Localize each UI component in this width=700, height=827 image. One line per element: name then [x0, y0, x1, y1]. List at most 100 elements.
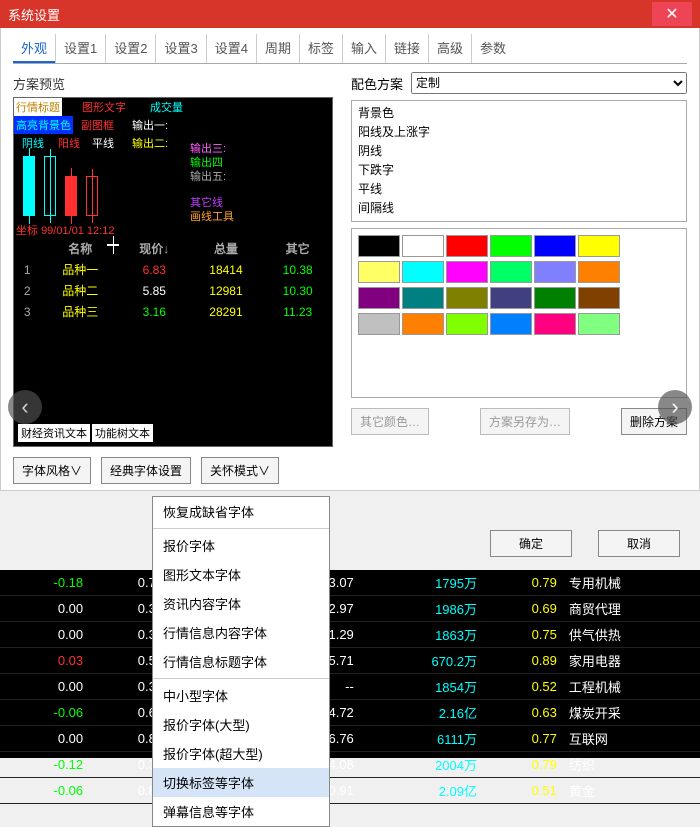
table-row: -0.060.6413.694.722.16亿0.63煤炭开采 — [0, 700, 700, 726]
color-swatch[interactable] — [446, 261, 488, 283]
dropdown-item[interactable]: 行情信息标题字体 — [153, 647, 329, 676]
next-arrow-icon[interactable]: › — [658, 390, 692, 424]
save-as-button[interactable]: 方案另存为… — [480, 408, 570, 435]
color-swatch[interactable] — [578, 287, 620, 309]
table-row: 0.000.394.3111.291863万0.75供气供热 — [0, 622, 700, 648]
preview-box: 行情标题 图形文字 成交量 高亮背景色 副图框 输出一: 阴线 阳线 平线 输出… — [13, 97, 333, 447]
list-item[interactable]: 背景色 — [354, 103, 684, 122]
dropdown-item[interactable]: 切换标签等字体 — [153, 768, 329, 797]
color-item-list[interactable]: 背景色阳线及上涨字阴线下跌字平线间隔线 — [351, 100, 687, 222]
preview-tab[interactable]: 功能树文本 — [92, 424, 153, 442]
close-icon[interactable]: ✕ — [652, 2, 692, 26]
color-swatch[interactable] — [490, 313, 532, 335]
dropdown-item[interactable]: 恢复成缺省字体 — [153, 497, 329, 526]
color-swatch[interactable] — [358, 235, 400, 257]
font-style-button[interactable]: 字体风格∨ — [13, 457, 91, 484]
table-row: 2品种二5.851298110.30 — [14, 280, 332, 301]
color-swatch[interactable] — [534, 287, 576, 309]
lbl: 副图框 — [79, 116, 116, 134]
table-row: -0.180.7315.8333.071795万0.79专用机械 — [0, 570, 700, 596]
color-swatch[interactable] — [402, 287, 444, 309]
color-swatch[interactable] — [358, 313, 400, 335]
preview-tab[interactable]: 财经资讯文本 — [18, 424, 90, 442]
lbl: 图形文字 — [80, 98, 128, 116]
tab-10[interactable]: 参数 — [471, 34, 514, 63]
table-row: 1品种一6.831841410.38 — [14, 259, 332, 280]
preview-table: 名称现价↓总量其它 1品种一6.831841410.382品种二5.851298… — [14, 238, 332, 322]
lbl: 成交量 — [148, 98, 185, 116]
background-table: -0.180.7315.8333.071795万0.79专用机械0.000.31… — [0, 570, 700, 758]
color-swatch[interactable] — [358, 261, 400, 283]
lbl: 阴线 — [20, 134, 46, 152]
cancel-button[interactable]: 取消 — [598, 530, 680, 557]
color-swatch[interactable] — [490, 261, 532, 283]
lbl: 画线工具 — [190, 208, 234, 224]
color-swatch[interactable] — [490, 235, 532, 257]
dropdown-item[interactable]: 报价字体(大型) — [153, 710, 329, 739]
color-swatch[interactable] — [402, 235, 444, 257]
color-swatch[interactable] — [578, 313, 620, 335]
color-swatch[interactable] — [534, 235, 576, 257]
table-row: -0.120.357.5014.082004万0.79纺织 — [0, 752, 700, 778]
ok-button[interactable]: 确定 — [490, 530, 572, 557]
lbl: 平线 — [90, 134, 116, 152]
dropdown-item[interactable]: 弹幕信息等字体 — [153, 797, 329, 826]
color-swatch[interactable] — [578, 261, 620, 283]
table-row: -0.060.8115.5440.912.09亿0.51黄金 — [0, 778, 700, 804]
scheme-select[interactable]: 定制 — [411, 72, 687, 94]
prev-arrow-icon[interactable]: ‹ — [8, 390, 42, 424]
lbl: 行情标题 — [14, 98, 62, 116]
dropdown-item[interactable]: 行情信息内容字体 — [153, 618, 329, 647]
list-item[interactable]: 阳线及上涨字 — [354, 122, 684, 141]
tab-7[interactable]: 输入 — [342, 34, 385, 63]
table-row: 3品种三3.162829111.23 — [14, 301, 332, 322]
swatch-grid — [358, 235, 680, 335]
lbl: 99/01/01 12:12 — [41, 225, 114, 237]
table-row: 0.000.845.5256.766111万0.77互联网 — [0, 726, 700, 752]
tab-1[interactable]: 设置1 — [55, 34, 105, 63]
color-swatch[interactable] — [446, 313, 488, 335]
care-mode-button[interactable]: 关怀模式∨ — [201, 457, 279, 484]
window-titlebar: 系统设置 ✕ — [0, 0, 700, 28]
lbl: 输出五: — [190, 168, 226, 184]
classic-font-button[interactable]: 经典字体设置 — [101, 457, 191, 484]
dropdown-item[interactable]: 报价字体 — [153, 531, 329, 560]
list-item[interactable]: 下跌字 — [354, 160, 684, 179]
list-item[interactable]: 阴线 — [354, 141, 684, 160]
color-swatch[interactable] — [358, 287, 400, 309]
color-swatch[interactable] — [578, 235, 620, 257]
dropdown-item[interactable]: 中小型字体 — [153, 681, 329, 710]
color-swatch[interactable] — [402, 313, 444, 335]
color-swatch[interactable] — [446, 287, 488, 309]
tab-bar: 外观设置1设置2设置3设置4周期标签输入链接高级参数 — [13, 34, 687, 64]
dropdown-item[interactable]: 资讯内容字体 — [153, 589, 329, 618]
color-swatch[interactable] — [534, 313, 576, 335]
table-row: 0.030.598.0185.71670.2万0.89家用电器 — [0, 648, 700, 674]
tab-4[interactable]: 设置4 — [206, 34, 256, 63]
window-title: 系统设置 — [8, 5, 60, 24]
lbl: 阳线 — [56, 134, 82, 152]
tab-8[interactable]: 链接 — [385, 34, 428, 63]
table-row: 0.000.324.63--1854万0.52工程机械 — [0, 674, 700, 700]
tab-6[interactable]: 标签 — [299, 34, 342, 63]
color-swatch[interactable] — [402, 261, 444, 283]
lbl: 高亮背景色 — [14, 116, 73, 134]
lbl: 输出二: — [130, 134, 170, 152]
lbl: 输出一: — [130, 116, 170, 134]
dropdown-item[interactable]: 图形文本字体 — [153, 560, 329, 589]
tab-2[interactable]: 设置2 — [105, 34, 155, 63]
tab-5[interactable]: 周期 — [256, 34, 299, 63]
dropdown-item[interactable]: 报价字体(超大型) — [153, 739, 329, 768]
other-color-button[interactable]: 其它颜色… — [351, 408, 429, 435]
color-swatch[interactable] — [446, 235, 488, 257]
tab-9[interactable]: 高级 — [428, 34, 471, 63]
font-dropdown-menu: 恢复成缺省字体报价字体图形文本字体资讯内容字体行情信息内容字体行情信息标题字体中… — [152, 496, 330, 827]
color-swatch[interactable] — [490, 287, 532, 309]
settings-panel: 外观设置1设置2设置3设置4周期标签输入链接高级参数 方案预览 行情标题 图形文… — [0, 28, 700, 491]
color-swatch[interactable] — [534, 261, 576, 283]
list-item[interactable]: 间隔线 — [354, 198, 684, 217]
list-item[interactable]: 平线 — [354, 179, 684, 198]
tab-3[interactable]: 设置3 — [155, 34, 205, 63]
tab-0[interactable]: 外观 — [13, 34, 55, 63]
table-row: 0.000.312.9122.971986万0.69商贸代理 — [0, 596, 700, 622]
